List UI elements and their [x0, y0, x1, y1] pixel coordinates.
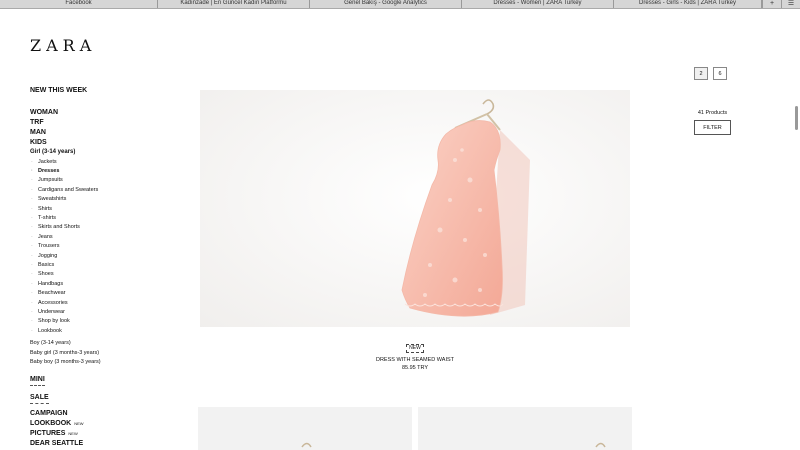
- new-tab-button[interactable]: +: [762, 0, 781, 8]
- sidebar-nav: NEW THIS WEEK WOMAN TRF MAN KIDS Girl (3…: [30, 86, 170, 404]
- product-tile[interactable]: [418, 407, 632, 450]
- girl-subcategory-list: Jackets Dresses Jumpsuits Cardigans and …: [30, 158, 170, 337]
- product-tile[interactable]: [198, 407, 412, 450]
- subcategory-basics[interactable]: Basics: [30, 261, 170, 271]
- subcategory-jumpsuits[interactable]: Jumpsuits: [30, 176, 170, 186]
- nav-boy[interactable]: Boy (3-14 years): [30, 339, 170, 349]
- browser-tab[interactable]: Dresses - Women | ZARA Turkey: [462, 0, 614, 8]
- hanger-icon: [301, 442, 312, 448]
- browser-tab[interactable]: Genel Bakış - Google Analytics: [310, 0, 462, 8]
- subcategory-trousers[interactable]: Trousers: [30, 242, 170, 252]
- nav-pictures-item[interactable]: PICTURES NEW: [30, 429, 84, 439]
- nav-man[interactable]: MAN: [30, 128, 170, 138]
- scrollbar-thumb[interactable]: [795, 106, 798, 130]
- new-tag: NEW: [68, 431, 78, 436]
- hanger-icon: [595, 442, 606, 448]
- dress-illustration: [200, 90, 630, 327]
- view-6-button[interactable]: 6: [713, 67, 727, 80]
- browser-tab[interactable]: Kadınzade | En Güncel Kadın Platformu: [158, 0, 310, 8]
- nav-mini[interactable]: MINI: [30, 375, 45, 386]
- zara-logo[interactable]: ZARA: [30, 36, 96, 55]
- subcategory-lookbook[interactable]: Lookbook: [30, 327, 170, 337]
- menu-icon[interactable]: ☰: [781, 0, 800, 8]
- subcategory-cardigans[interactable]: Cardigans and Sweaters: [30, 186, 170, 196]
- nav-lookbook-item[interactable]: LOOKBOOK NEW: [30, 419, 84, 429]
- subcategory-beachwear[interactable]: Beachwear: [30, 289, 170, 299]
- browser-tab[interactable]: Facebook: [0, 0, 158, 8]
- subcategory-accessories[interactable]: Accessories: [30, 299, 170, 309]
- nav-woman[interactable]: WOMAN: [30, 108, 170, 118]
- nav-new-this-week[interactable]: NEW THIS WEEK: [30, 86, 170, 96]
- subcategory-skirts-shorts[interactable]: Skirts and Shorts: [30, 223, 170, 233]
- product-meta: NEW DRESS WITH SEAMED WAIST 85.95 TRY: [200, 336, 630, 372]
- nav-baby-boy[interactable]: Baby boy (3 months-3 years): [30, 358, 170, 368]
- product-price: 85.95 TRY: [401, 365, 429, 371]
- new-tag: NEW: [74, 421, 84, 426]
- browser-tab-bar: Facebook Kadınzade | En Güncel Kadın Pla…: [0, 0, 800, 9]
- view-toggle: 2 6: [694, 67, 727, 80]
- subcategory-tshirts[interactable]: T-shirts: [30, 214, 170, 224]
- subcategory-underwear[interactable]: Underwear: [30, 308, 170, 318]
- subcategory-shoes[interactable]: Shoes: [30, 270, 170, 280]
- nav-sale[interactable]: SALE: [30, 393, 49, 404]
- nav-lookbook[interactable]: LOOKBOOK: [30, 420, 71, 427]
- nav-campaign[interactable]: CAMPAIGN: [30, 409, 84, 419]
- subcategory-jackets[interactable]: Jackets: [30, 158, 170, 168]
- view-2-button[interactable]: 2: [694, 67, 708, 80]
- nav-kids[interactable]: KIDS: [30, 138, 170, 148]
- subcategory-jogging[interactable]: Jogging: [30, 252, 170, 262]
- nav-baby-girl[interactable]: Baby girl (3 months-3 years): [30, 349, 170, 359]
- bottom-nav-links: CAMPAIGN LOOKBOOK NEW PICTURES NEW DEAR SE…: [30, 409, 84, 449]
- subcategory-shop-by-look[interactable]: Shop by look: [30, 317, 170, 327]
- subcategory-shirts[interactable]: Shirts: [30, 205, 170, 215]
- subcategory-handbags[interactable]: Handbags: [30, 280, 170, 290]
- subcategory-jeans[interactable]: Jeans: [30, 233, 170, 243]
- nav-trf[interactable]: TRF: [30, 118, 170, 128]
- product-image[interactable]: [200, 90, 630, 327]
- nav-dear-seattle[interactable]: DEAR SEATTLE: [30, 439, 84, 449]
- new-badge: NEW: [406, 344, 424, 353]
- product-name[interactable]: DRESS WITH SEAMED WAIST: [200, 356, 630, 364]
- browser-tab[interactable]: Dresses - Girls - Kids | ZARA Turkey: [614, 0, 762, 8]
- subcategory-dresses[interactable]: Dresses: [30, 167, 170, 177]
- products-count: 41 Products: [697, 110, 728, 116]
- subcategory-sweatshirts[interactable]: Sweatshirts: [30, 195, 170, 205]
- filter-button[interactable]: FILTER: [694, 120, 731, 135]
- nav-pictures[interactable]: PICTURES: [30, 430, 65, 437]
- nav-girl[interactable]: Girl (3-14 years): [30, 148, 170, 158]
